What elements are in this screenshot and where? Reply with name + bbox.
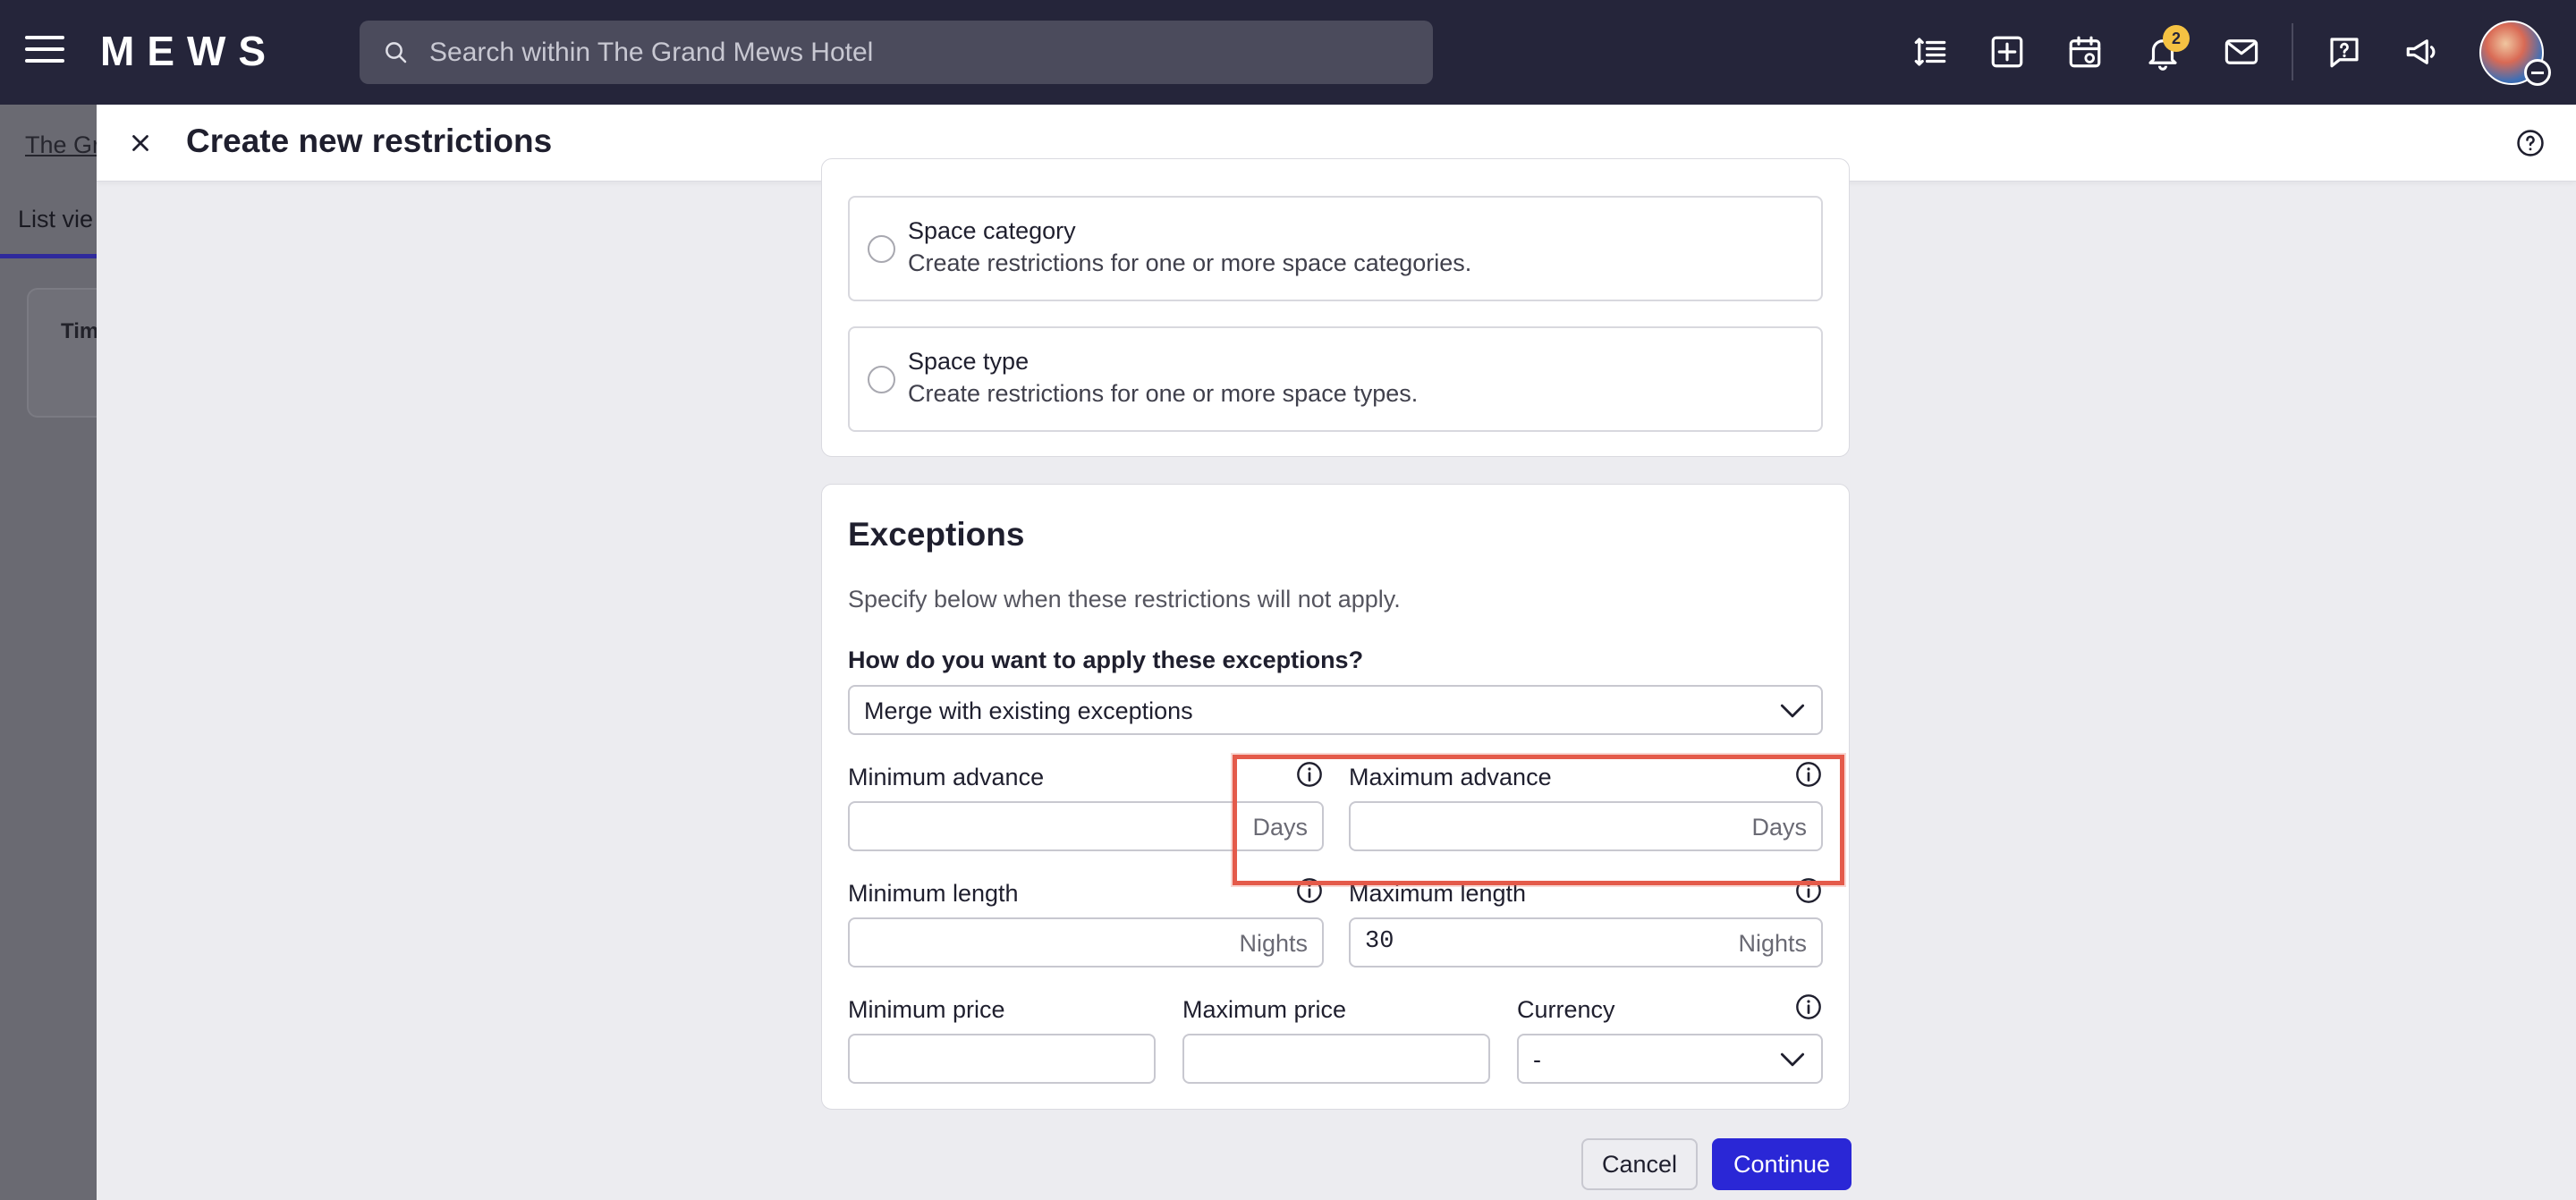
max-advance-input[interactable]	[1365, 812, 1669, 839]
min-advance-label: Minimum advance	[848, 764, 1045, 790]
max-price-label: Maximum price	[1182, 996, 1347, 1023]
currency-info-icon[interactable]	[1794, 993, 1823, 1021]
toolbar-divider	[2292, 23, 2293, 80]
apply-exceptions-value: Merge with existing exceptions	[864, 697, 1193, 724]
min-advance-input[interactable]	[864, 812, 1168, 839]
max-length-input[interactable]	[1365, 928, 1669, 955]
exceptions-description: Specify below when these restrictions wi…	[848, 586, 1401, 613]
max-advance-field[interactable]: Days	[1349, 801, 1823, 851]
calendar-view-icon[interactable]	[2063, 30, 2106, 73]
min-length-label: Minimum length	[848, 880, 1019, 907]
mews-logo[interactable]: MEWS	[100, 27, 278, 75]
option-space-type[interactable]: Space type Create restrictions for one o…	[848, 326, 1823, 432]
tab-list-view[interactable]: List vie	[18, 206, 93, 233]
min-price-label: Minimum price	[848, 996, 1005, 1023]
hamburger-menu-icon[interactable]	[25, 36, 64, 68]
max-length-label: Maximum length	[1349, 880, 1527, 907]
option-title: Space category	[908, 217, 1076, 244]
max-length-field[interactable]: Nights	[1349, 917, 1823, 968]
help-icon[interactable]	[2515, 128, 2546, 158]
notifications-bell-icon[interactable]: 2	[2141, 25, 2190, 73]
apply-exceptions-select[interactable]: Merge with existing exceptions	[848, 685, 1823, 735]
min-length-unit: Nights	[1239, 930, 1308, 957]
min-price-input[interactable]	[864, 1044, 1168, 1071]
min-price-field[interactable]	[848, 1034, 1168, 1084]
max-length-info-icon[interactable]	[1794, 876, 1823, 905]
announcements-megaphone-icon[interactable]	[2401, 30, 2444, 73]
search-input[interactable]	[429, 37, 1413, 68]
option-title: Space type	[908, 348, 1030, 375]
option-description: Create restrictions for one or more spac…	[908, 249, 1472, 276]
min-advance-unit: Days	[1252, 814, 1308, 841]
min-advance-field[interactable]: Days	[848, 801, 1324, 851]
max-advance-unit: Days	[1751, 814, 1807, 841]
currency-select[interactable]: -	[1517, 1034, 1823, 1084]
max-advance-label: Maximum advance	[1349, 764, 1552, 790]
min-length-input[interactable]	[864, 928, 1168, 955]
modal-title: Create new restrictions	[186, 123, 553, 159]
max-price-input[interactable]	[1199, 1044, 1503, 1071]
max-length-unit: Nights	[1738, 930, 1807, 957]
max-price-field[interactable]	[1182, 1034, 1503, 1084]
continue-button[interactable]: Continue	[1712, 1138, 1852, 1190]
background-card-label: Tim	[61, 319, 99, 343]
min-length-field[interactable]: Nights	[848, 917, 1324, 968]
chevron-down-icon	[1780, 704, 1805, 718]
currency-value: -	[1533, 1046, 1541, 1073]
exceptions-title: Exceptions	[848, 516, 1025, 553]
chevron-down-icon	[1780, 1052, 1805, 1067]
breadcrumb[interactable]: The Gr	[25, 131, 100, 159]
min-advance-info-icon[interactable]	[1295, 760, 1324, 789]
help-chat-icon[interactable]	[2323, 30, 2366, 73]
create-restrictions-modal: Create new restrictions Space category C…	[97, 105, 2576, 1200]
notification-count-badge: 2	[2163, 25, 2190, 52]
add-icon[interactable]	[1986, 30, 2029, 73]
line-height-icon[interactable]	[1909, 30, 1952, 73]
max-advance-info-icon[interactable]	[1794, 760, 1823, 789]
option-space-category[interactable]: Space category Create restrictions for o…	[848, 196, 1823, 301]
radio-button[interactable]	[868, 235, 895, 263]
option-description: Create restrictions for one or more spac…	[908, 380, 1419, 407]
min-length-info-icon[interactable]	[1295, 876, 1324, 905]
currency-label: Currency	[1517, 996, 1615, 1023]
top-bar: MEWS 2	[0, 0, 2576, 105]
active-tab-indicator	[0, 254, 98, 258]
status-indicator-icon	[2524, 59, 2551, 86]
search-icon	[386, 41, 407, 63]
cancel-button[interactable]: Cancel	[1581, 1138, 1698, 1190]
mail-icon[interactable]	[2220, 30, 2263, 73]
close-icon[interactable]	[127, 130, 154, 156]
radio-button[interactable]	[868, 366, 895, 393]
global-search[interactable]	[360, 21, 1433, 84]
apply-question-label: How do you want to apply these exception…	[848, 646, 1364, 673]
